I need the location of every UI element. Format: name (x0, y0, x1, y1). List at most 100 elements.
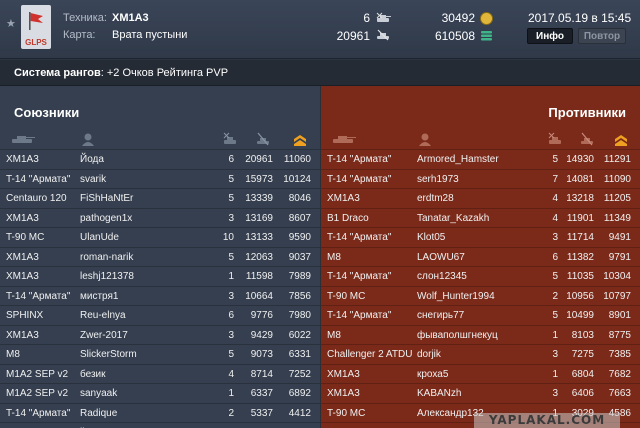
table-row[interactable]: M8 LAOWU67 6 11382 9791 (321, 246, 640, 267)
clan-flag-icon (29, 12, 43, 30)
xp-cell: 11291 (603, 154, 631, 165)
credits-stack-icon (481, 31, 492, 41)
player-icon (82, 133, 94, 146)
tank-name: T-90 MC (6, 232, 45, 243)
tank-name: XM1A3 (327, 388, 360, 399)
player-name: безик (80, 368, 106, 380)
tank-name: SPHINX (6, 310, 44, 321)
table-row[interactable]: SPHINX Reu-elnya 6 9776 7980 (0, 305, 320, 325)
table-row[interactable]: M1A2 SEP v2 безик 4 8714 7252 (0, 363, 320, 384)
tank-icon (333, 136, 356, 143)
player-name: Armored_Hamster (417, 154, 499, 165)
table-row[interactable]: XM1A3 Йода 6 20961 11060 (0, 149, 320, 169)
xp-cell: 9037 (288, 251, 311, 263)
tank-name: M8 (6, 349, 20, 360)
kills-cell: 3 (552, 349, 558, 360)
xp-cell: 11060 (283, 154, 311, 165)
xp-cell: 4412 (288, 407, 311, 419)
kills-cell: 4 (228, 368, 234, 380)
player-name: KABANzh (417, 388, 462, 399)
table-row[interactable]: T-90 MC Wolf_Hunter1994 2 10956 10797 (321, 285, 640, 306)
tank-name: T-14 "Армата" (327, 310, 392, 321)
xp-cell: 7252 (288, 368, 311, 380)
table-row[interactable]: M8 SlickerStorm 5 9073 6331 (0, 344, 320, 364)
table-row[interactable]: T-90 MC UlanUde 10 13133 9590 (0, 227, 320, 247)
kills-tank-icon (376, 12, 391, 22)
table-row[interactable]: T-14 "Армата" Radique 2 5337 4412 (0, 402, 320, 423)
kills-cell: 4 (552, 193, 558, 204)
damage-value: 20961 (336, 29, 370, 43)
damage-icon (581, 132, 593, 146)
xp-cell: 8046 (288, 193, 311, 204)
xp-cell: 7385 (608, 349, 631, 360)
star-icon[interactable]: ★ (6, 17, 16, 30)
kills-cell: 1 (552, 329, 558, 341)
table-row[interactable]: XM1A3 roman-narik 5 12063 9037 (0, 246, 320, 267)
xp-cell: 6022 (288, 329, 311, 341)
kills-cell: 3 (228, 290, 234, 302)
kills-cell: 3 (228, 329, 234, 341)
allies-panel: Союзники XM1A3 Йода 6 20961 11060 T-14 "Армат… (0, 86, 320, 428)
table-row[interactable]: B1 Draco Tanatar_Kazakh 4 11901 11349 (321, 207, 640, 228)
experience-value: 610508 (434, 29, 475, 43)
damage-cell: 13339 (245, 193, 273, 204)
table-row[interactable]: B1 Dracojine444134344598 (0, 422, 320, 428)
replay-button[interactable]: Повтор (578, 28, 626, 44)
player-name: svarik (80, 173, 107, 185)
damage-cell: 6406 (571, 388, 594, 399)
kills-cell: 4 (552, 212, 558, 224)
kills-value: 6 (363, 11, 370, 25)
player-name: pathogen1x (80, 212, 133, 224)
enemies-table: T-14 "Армата" Armored_Hamster 5 14930 11291 T… (321, 149, 640, 428)
player-name: sanyaak (80, 388, 118, 399)
clan-logo-text: GLPS (25, 38, 47, 47)
tank-name: XM1A3 (327, 193, 360, 204)
table-row[interactable]: XM1A3 pathogen1x 3 13169 8607 (0, 207, 320, 228)
player-name: кроха5 (417, 368, 449, 380)
table-row[interactable]: T-14 "Армата" слон12345 5 11035 10304 (321, 266, 640, 286)
xp-cell: 8901 (608, 310, 631, 321)
table-row[interactable]: T-14 "Армата" serh1973 7 14081 11090 (321, 168, 640, 189)
damage-cell: 7275 (571, 349, 594, 360)
damage-cell: 10956 (566, 290, 594, 302)
damage-cell: 13133 (245, 232, 273, 243)
kills-icon (548, 132, 561, 144)
damage-cell: 9776 (250, 310, 273, 321)
player-name: Tanatar_Kazakh (417, 212, 490, 224)
damage-cell: 12063 (245, 251, 273, 263)
battle-date: 2017.05.19 в 15:45 (528, 11, 632, 25)
table-row[interactable]: XM1A3 leshj121378 1 11598 7989 (0, 266, 320, 286)
xp-cell: 6331 (288, 349, 311, 360)
damage-cell: 10499 (566, 310, 594, 321)
player-name: мистря1 (80, 290, 119, 302)
table-row[interactable]: XM1A3 KABANzh 3 6406 7663 (321, 383, 640, 403)
kills-cell: 10 (222, 232, 234, 243)
table-row[interactable]: T-14 "Армата" мистря1 3 10664 7856 (0, 285, 320, 306)
table-row[interactable]: XM1A3 erdtm28 4 13218 11205 (321, 188, 640, 208)
tank-name: T-14 "Армата" (6, 290, 71, 302)
player-name: фываполшгнекуц (417, 329, 498, 341)
table-row[interactable]: T-14 "Армата" снегирь77 5 10499 8901 (321, 305, 640, 325)
damage-cell: 14930 (566, 154, 594, 165)
rank-points-text: : +2 Очков Рейтинга PVP (100, 67, 229, 79)
xp-cell: 9791 (608, 251, 631, 263)
table-row[interactable]: T-14 "Армата" svarik 5 15973 10124 (0, 168, 320, 189)
table-row[interactable]: M1A2 SEP v2 sanyaak 1 6337 6892 (0, 383, 320, 403)
tank-name: XM1A3 (6, 329, 39, 341)
player-name: SlickerStorm (80, 349, 137, 360)
table-row[interactable]: T-14 "Армата" Klot05 3 11714 9491 (321, 227, 640, 247)
kills-cell: 1 (228, 271, 234, 282)
table-row[interactable]: Challenger 2 ATDU dorjik 3 7275 7385 (321, 344, 640, 364)
player-name: снегирь77 (417, 310, 465, 321)
table-row[interactable]: XM1A3 кроха5 1 6804 7682 (321, 363, 640, 384)
watermark: YAPLAKAL.COM (474, 413, 620, 428)
table-row[interactable]: T-14 "Армата" Armored_Hamster 5 14930 11291 (321, 149, 640, 169)
table-row[interactable]: Centauro 120 FiShHaNtEr 5 13339 8046 (0, 188, 320, 208)
table-row[interactable]: M8 фываполшгнекуц 1 8103 8775 (321, 324, 640, 345)
player-name: erdtm28 (417, 193, 454, 204)
tank-name: T-90 MC (327, 290, 366, 302)
info-button[interactable]: Инфо (527, 28, 573, 44)
table-row[interactable]: XM1A3 Zwer-2017 3 9429 6022 (0, 324, 320, 345)
kills-cell: 2 (552, 290, 558, 302)
vehicle-label: Техника: (63, 12, 107, 24)
